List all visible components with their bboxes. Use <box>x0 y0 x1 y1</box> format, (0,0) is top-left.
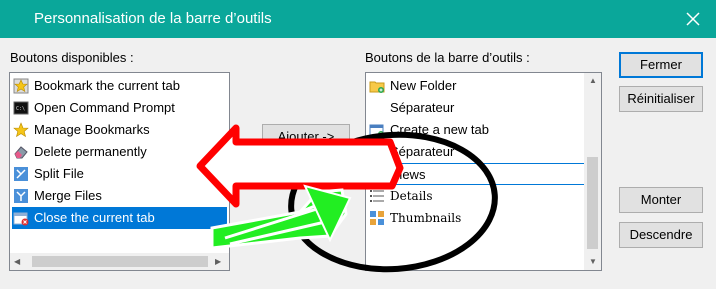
item-label: Split File <box>34 166 84 181</box>
list-item[interactable]: Delete permanently <box>12 141 227 163</box>
scroll-left-icon[interactable]: ◀ <box>14 257 20 266</box>
list-item[interactable]: New Folder <box>368 75 599 97</box>
item-label: Delete permanently <box>34 144 147 159</box>
list-item[interactable]: Details <box>368 185 599 207</box>
horizontal-scrollbar[interactable]: ◀ ▶ <box>10 253 229 270</box>
item-label: Open Command Prompt <box>34 100 175 115</box>
scrollbar-thumb[interactable] <box>32 256 208 267</box>
move-up-button[interactable]: Monter <box>619 187 703 213</box>
scroll-up-icon[interactable]: ▲ <box>589 76 597 85</box>
merge-files-icon <box>14 189 28 203</box>
list-item[interactable]: Bookmark the current tab <box>12 75 227 97</box>
scroll-right-icon[interactable]: ▶ <box>215 257 221 266</box>
item-label: Details <box>390 189 433 203</box>
add-button[interactable]: Ajouter -> <box>262 124 350 150</box>
star-icon <box>13 78 29 94</box>
item-label: Views <box>391 167 426 182</box>
remove-button[interactable]: <- Supprimer <box>262 163 350 189</box>
list-item[interactable]: Séparateur <box>368 97 599 119</box>
item-label: Create a new tab <box>390 122 490 137</box>
new-tab-icon <box>369 124 384 137</box>
split-file-icon <box>14 167 28 181</box>
move-down-button[interactable]: Descendre <box>619 222 703 248</box>
star-icon <box>13 122 29 138</box>
scrollbar-thumb[interactable] <box>587 157 598 249</box>
list-item[interactable]: Manage Bookmarks <box>12 119 227 141</box>
list-item-focused[interactable]: Views <box>368 163 599 185</box>
details-list-icon <box>370 190 384 202</box>
close-tab-icon <box>13 212 29 226</box>
list-item[interactable]: Split File <box>12 163 227 185</box>
thumbnails-icon <box>370 211 384 225</box>
toolbar-buttons-list[interactable]: New Folder Séparateur Create a new tab S… <box>365 72 602 271</box>
eraser-icon <box>14 146 28 159</box>
available-buttons-label: Boutons disponibles : <box>10 50 134 65</box>
list-item[interactable]: Séparateur <box>368 141 599 163</box>
item-label: Manage Bookmarks <box>34 122 150 137</box>
item-label: Séparateur <box>390 144 455 159</box>
item-label: Merge Files <box>34 188 102 203</box>
item-label: Séparateur <box>390 100 455 115</box>
vertical-scrollbar[interactable]: ▲ ▼ <box>584 73 601 270</box>
scroll-down-icon[interactable]: ▼ <box>589 257 597 266</box>
list-item[interactable]: C:\ Open Command Prompt <box>12 97 227 119</box>
window-title: Personnalisation de la barre d’outils <box>34 10 272 27</box>
toolbar-buttons-label: Boutons de la barre d’outils : <box>365 50 530 65</box>
folder-icon <box>369 81 385 93</box>
list-item-selected[interactable]: Close the current tab <box>12 207 227 229</box>
reset-button[interactable]: Réinitialiser <box>619 86 703 112</box>
list-item[interactable]: Create a new tab <box>368 119 599 141</box>
item-label: New Folder <box>390 78 457 93</box>
list-item[interactable]: Thumbnails <box>368 207 599 229</box>
close-button[interactable]: Fermer <box>619 52 703 78</box>
item-label: Bookmark the current tab <box>34 78 180 93</box>
item-label: Thumbnails <box>390 211 462 225</box>
item-label: Close the current tab <box>34 210 155 225</box>
close-icon[interactable] <box>680 6 706 32</box>
command-prompt-icon: C:\ <box>13 101 29 115</box>
list-item[interactable]: Merge Files <box>12 185 227 207</box>
svg-text:C:\: C:\ <box>16 106 25 112</box>
available-buttons-list[interactable]: Bookmark the current tab C:\ Open Comman… <box>9 72 230 271</box>
green-arrow-annotation <box>210 184 352 250</box>
title-bar: Personnalisation de la barre d’outils <box>0 0 716 38</box>
views-grid-icon <box>371 168 385 182</box>
